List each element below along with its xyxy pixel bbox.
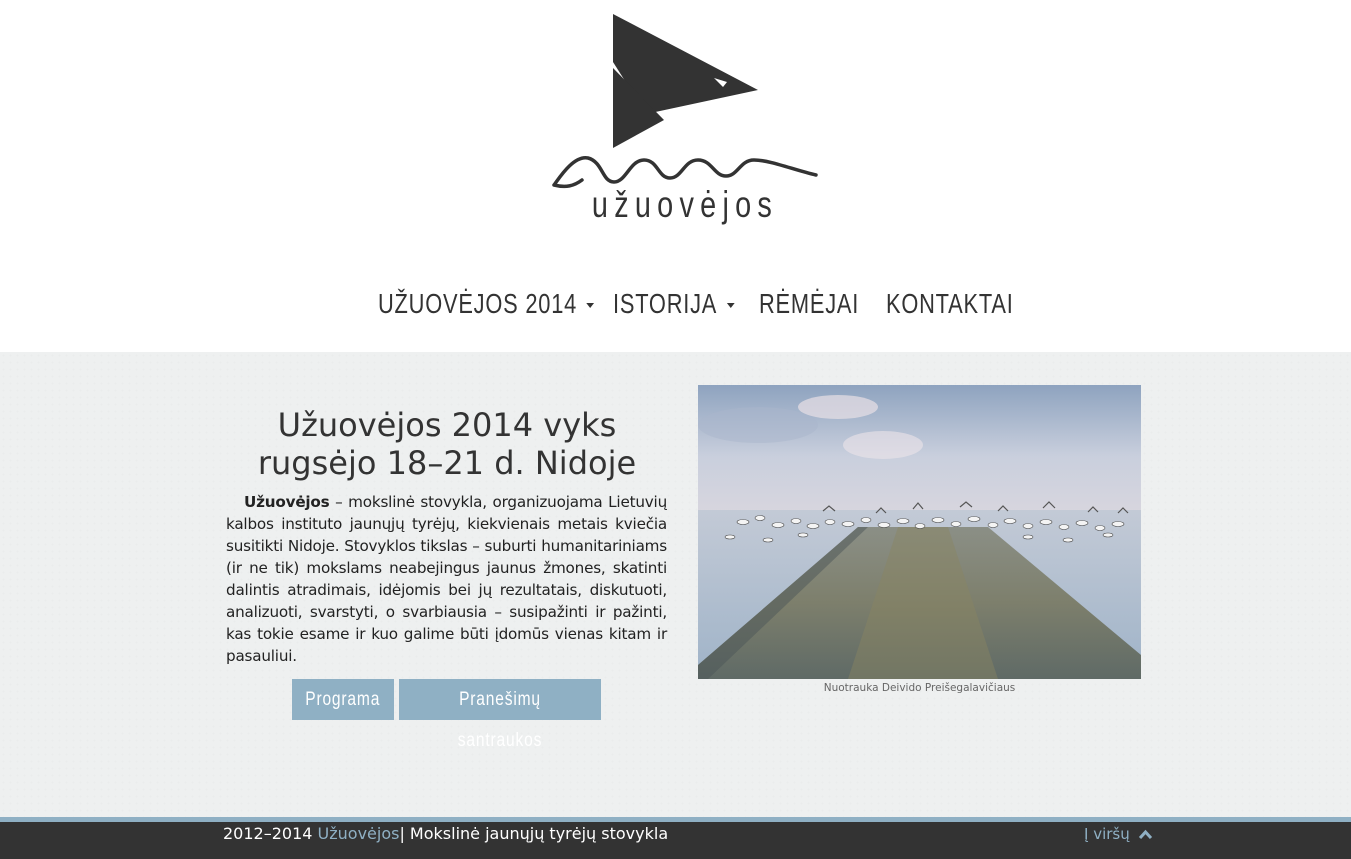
- back-to-top-label: Į viršų: [1084, 825, 1130, 843]
- program-button[interactable]: Programa: [292, 679, 394, 720]
- caret-down-icon: [726, 303, 735, 309]
- program-button-label: Programa: [305, 689, 381, 710]
- hero-photo: [698, 385, 1141, 679]
- site-footer: 2012–2014 Užuovėjos| Mokslinė jaunųjų ty…: [0, 822, 1351, 859]
- pier-with-birds-image: [698, 385, 1141, 679]
- logo-wordmark: užuovėjos: [591, 184, 779, 225]
- chevron-up-icon: [1138, 829, 1152, 840]
- nav-item-label: RĖMĖJAI: [759, 288, 860, 319]
- intro-paragraph: Užuovėjos – mokslinė stovykla, organizuo…: [226, 491, 667, 667]
- nav-item-kontaktai[interactable]: KONTAKTAI: [886, 284, 1014, 324]
- nav-item-label: ISTORIJA: [613, 288, 718, 319]
- page-headline: Užuovėjos 2014 vyks rugsėjo 18–21 d. Nid…: [226, 406, 668, 482]
- photo-caption: Nuotrauka Deivido Preišegalavičiaus: [823, 682, 1016, 694]
- headline-line-1: Užuovėjos 2014 vyks: [277, 406, 617, 444]
- footer-years: 2012–2014: [223, 824, 313, 843]
- nav-item-remejai[interactable]: RĖMĖJAI: [759, 284, 859, 324]
- abstracts-button-label: Pranešimų santraukos: [457, 689, 543, 751]
- logo-wave-icon: [552, 156, 818, 189]
- back-to-top-link[interactable]: Į viršų: [1084, 825, 1153, 843]
- headline-line-2: rugsėjo 18–21 d. Nidoje: [257, 444, 637, 482]
- footer-copyright: 2012–2014 Užuovėjos| Mokslinė jaunųjų ty…: [223, 824, 668, 843]
- intro-bold-term: Užuovėjos: [244, 493, 330, 511]
- site-header: užuovėjos UŽUOVĖJOS 2014 ISTORIJA RĖMĖJA…: [0, 0, 1351, 352]
- main-nav: UŽUOVĖJOS 2014 ISTORIJA RĖMĖJAI KONTAKTA…: [0, 284, 1351, 328]
- nav-item-label: KONTAKTAI: [886, 288, 1014, 319]
- nav-item-label: UŽUOVĖJOS 2014: [378, 288, 578, 319]
- intro-text: – mokslinė stovykla, organizuojama Lietu…: [226, 493, 667, 665]
- nav-item-istorija[interactable]: ISTORIJA: [613, 284, 735, 324]
- abstracts-button[interactable]: Pranešimų santraukos: [399, 679, 601, 751]
- logo-bird-icon: [613, 14, 758, 148]
- footer-tagline: Mokslinė jaunųjų tyrėjų stovykla: [404, 824, 669, 843]
- nav-item-uzuovejos-2014[interactable]: UŽUOVĖJOS 2014: [378, 284, 595, 324]
- footer-brand-link[interactable]: Užuovėjos: [318, 824, 400, 843]
- main-content: Užuovėjos 2014 vyks rugsėjo 18–21 d. Nid…: [0, 352, 1351, 817]
- caret-down-icon: [586, 303, 595, 309]
